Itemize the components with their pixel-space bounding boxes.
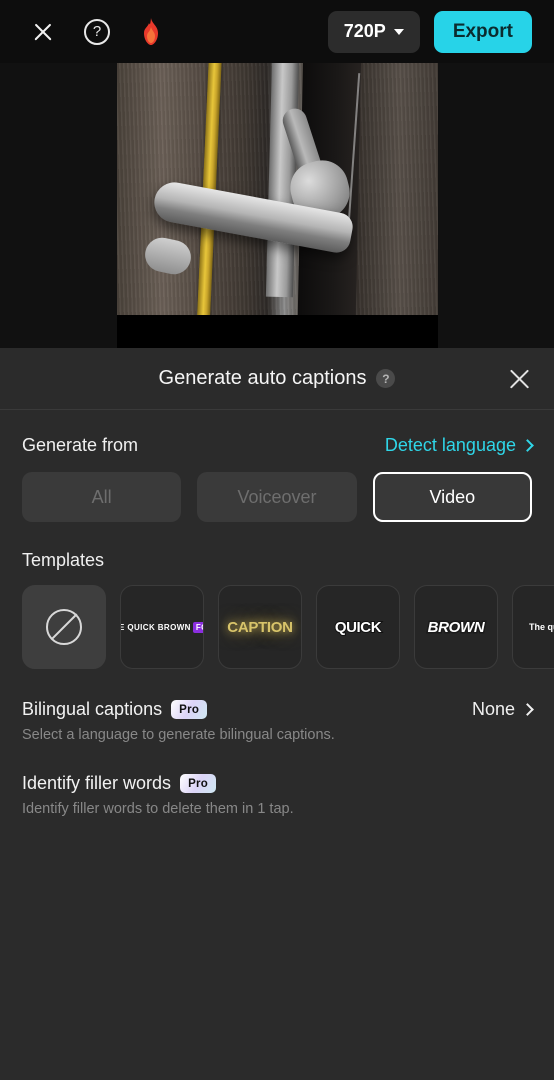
source-segmented-control: All Voiceover Video <box>22 472 532 522</box>
filler-words-title: Identify filler words <box>22 773 172 793</box>
chevron-right-icon <box>521 703 534 716</box>
top-bar-right-actions: 720P Export <box>327 10 554 53</box>
filler-words-subtitle: Identify filler words to delete them in … <box>22 801 294 817</box>
sheet-body: Generate from Detect language All Voiceo… <box>0 435 554 817</box>
quality-selector[interactable]: 720P <box>327 10 420 53</box>
source-option-all[interactable]: All <box>22 472 182 522</box>
templates-strip[interactable]: THE QUICK BROWN FOX CAPTION QUICK BROWN … <box>22 585 554 669</box>
filler-words-heading: Identify filler words Pro <box>22 773 532 794</box>
template-caption[interactable]: CAPTION <box>218 585 302 669</box>
filler-words-info: Identify filler words Pro Identify fille… <box>22 773 532 817</box>
bilingual-captions-value: None <box>471 699 515 719</box>
no-template-icon <box>46 609 82 645</box>
flame-button[interactable] <box>134 15 168 49</box>
auto-captions-sheet: Generate auto captions ? Generate from D… <box>0 348 554 1080</box>
quality-label: 720P <box>343 21 386 41</box>
template-plain[interactable]: The quick b <box>512 585 554 669</box>
template-brown[interactable]: BROWN <box>414 585 498 669</box>
template-fox-highlight: FOX <box>192 621 203 633</box>
captions-screen: ? 720P Export Generate auto captions ? G… <box>0 0 554 1080</box>
help-button[interactable]: ? <box>80 15 114 49</box>
page-title: Generate auto captions <box>158 367 367 389</box>
flame-icon <box>144 17 158 45</box>
templates-label: Templates <box>22 550 105 570</box>
template-none[interactable] <box>22 585 106 669</box>
source-option-voiceover[interactable]: Voiceover <box>197 472 357 522</box>
help-circle-icon: ? <box>84 18 110 45</box>
template-caption-preview: CAPTION <box>227 618 293 636</box>
letterbox-bar <box>117 315 438 348</box>
pro-badge: Pro <box>180 774 217 793</box>
generate-from-row: Generate from Detect language <box>22 435 534 456</box>
video-stage <box>0 63 554 348</box>
filler-words-row: Identify filler words Pro Identify fille… <box>22 773 532 817</box>
bilingual-captions-subtitle: Select a language to generate bilingual … <box>22 727 335 743</box>
top-bar-left-actions: ? <box>0 15 168 49</box>
detect-language-link[interactable]: Detect language <box>384 435 534 456</box>
bilingual-captions-row[interactable]: Bilingual captions Pro Select a language… <box>22 699 534 743</box>
template-plain-preview: The quick b <box>528 622 554 632</box>
sheet-title-wrap: Generate auto captions ? <box>159 367 396 390</box>
video-preview[interactable] <box>117 63 438 348</box>
template-quick[interactable]: QUICK <box>316 585 400 669</box>
top-bar: ? 720P Export <box>0 0 554 63</box>
detect-language-label: Detect language <box>384 435 516 455</box>
bilingual-captions-value-wrap[interactable]: None <box>471 699 534 720</box>
close-button[interactable] <box>26 15 60 49</box>
export-button[interactable]: Export <box>433 10 532 53</box>
help-badge-icon[interactable]: ? <box>376 369 396 388</box>
generate-from-label: Generate from <box>22 435 139 455</box>
chevron-right-icon <box>521 439 534 452</box>
template-brown-preview: BROWN <box>426 617 486 637</box>
bilingual-captions-heading: Bilingual captions Pro <box>22 699 472 720</box>
template-fox-text: THE QUICK BROWN <box>121 622 191 632</box>
template-quick-preview: QUICK <box>334 618 383 637</box>
close-icon <box>31 20 55 44</box>
template-fox[interactable]: THE QUICK BROWN FOX <box>120 585 204 669</box>
sheet-header: Generate auto captions ? <box>0 348 554 410</box>
pro-badge: Pro <box>171 700 208 719</box>
bilingual-captions-info: Bilingual captions Pro Select a language… <box>22 699 472 743</box>
bilingual-captions-title: Bilingual captions <box>22 699 163 719</box>
sheet-close-button[interactable] <box>507 367 532 392</box>
source-option-video[interactable]: Video <box>372 472 532 522</box>
chevron-down-icon <box>393 28 404 35</box>
template-fox-preview: THE QUICK BROWN FOX <box>121 621 203 633</box>
